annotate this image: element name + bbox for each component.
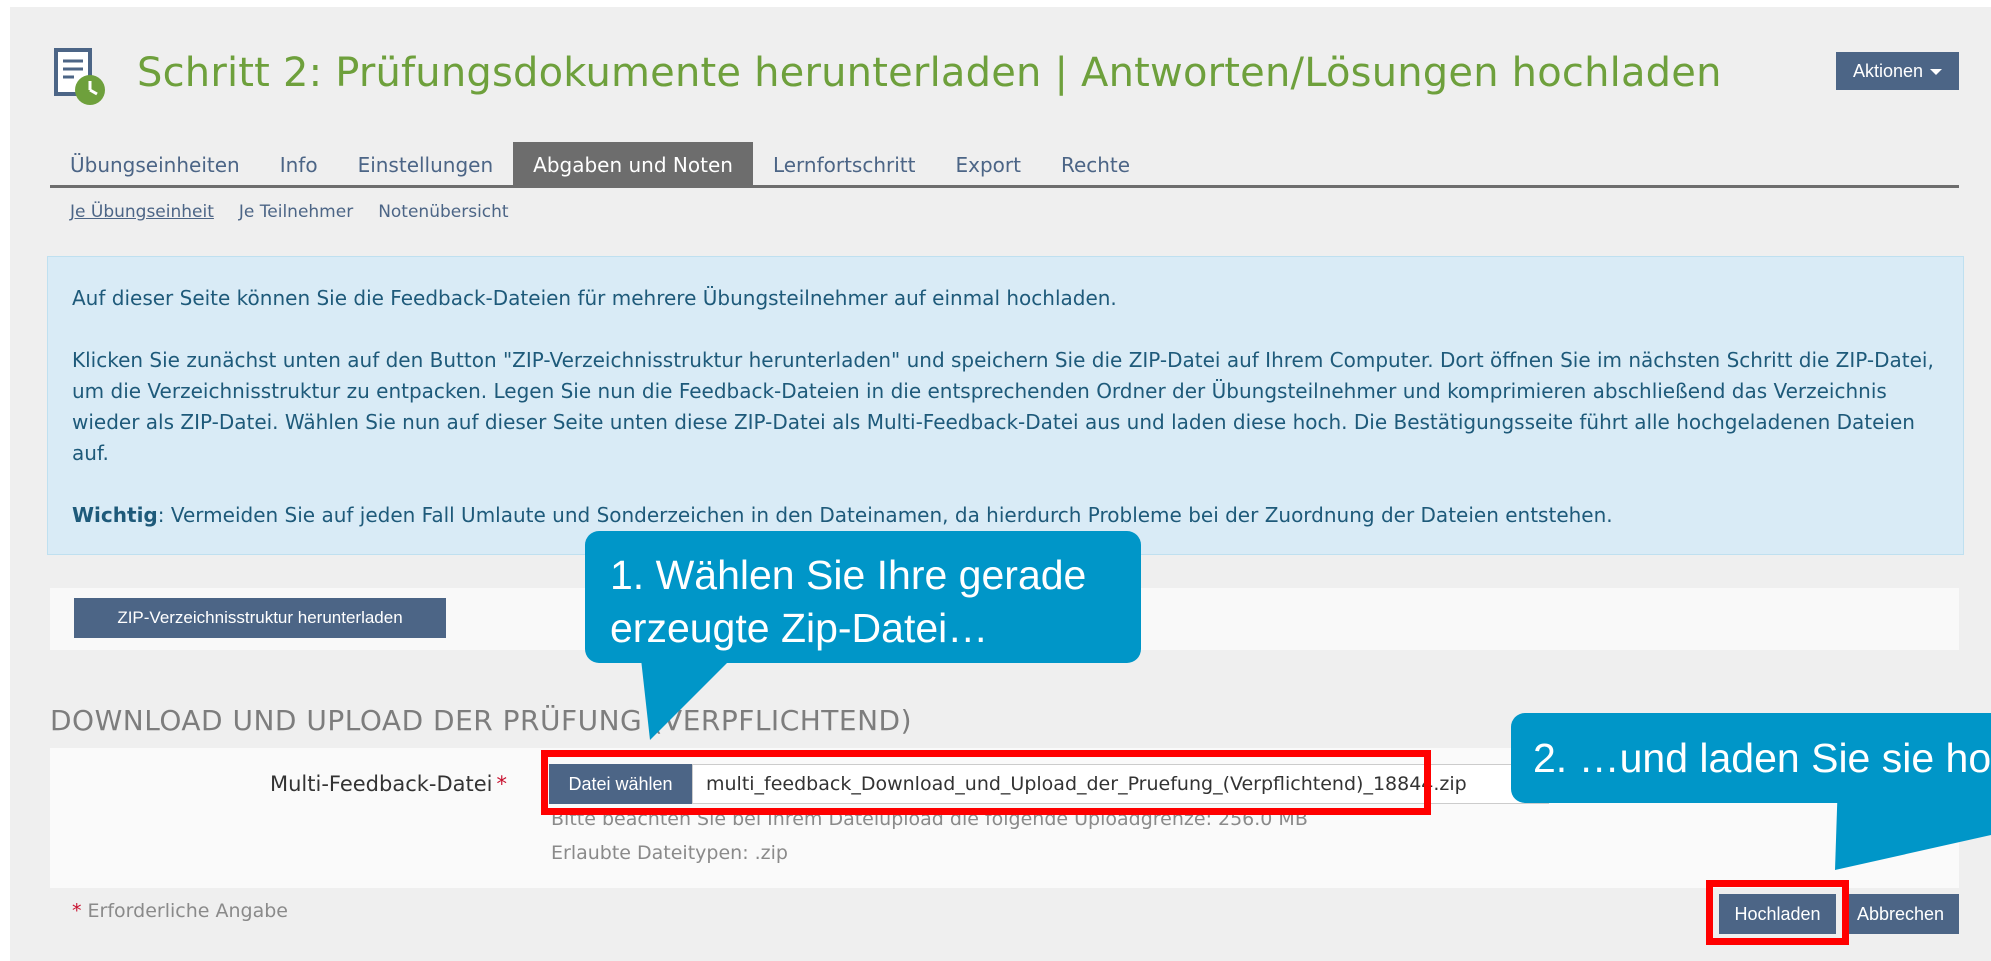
allowed-file-types-hint: Erlaubte Dateitypen: .zip [551, 842, 788, 864]
callout-step2: 2. …und laden Sie sie hoch [1511, 713, 1991, 803]
subtab-notenuebersicht[interactable]: Notenübersicht [378, 202, 508, 222]
required-note-text: Erforderliche Angabe [81, 900, 288, 922]
warning-text: : Vermeiden Sie auf jeden Fall Umlaute u… [157, 503, 1613, 527]
callout-step1: 1. Wählen Sie Ihre gerade erzeugte Zip-D… [585, 531, 1141, 663]
tab-einstellungen[interactable]: Einstellungen [338, 142, 514, 185]
actions-dropdown-button[interactable]: Aktionen [1836, 52, 1959, 90]
tab-info[interactable]: Info [260, 142, 338, 185]
multi-feedback-file-input: Datei wählen multi_feedback_Download_und… [549, 764, 1549, 804]
section-title: DOWNLOAD UND UPLOAD DER PRÜFUNG (VERPFLI… [50, 704, 913, 737]
cancel-button[interactable]: Abbrechen [1842, 894, 1959, 934]
tab-rechte[interactable]: Rechte [1041, 142, 1150, 185]
info-paragraph-warning: Wichtig: Vermeiden Sie auf jeden Fall Um… [72, 500, 1939, 531]
choose-file-button[interactable]: Datei wählen [549, 764, 692, 804]
selected-file-name[interactable]: multi_feedback_Download_und_Upload_der_P… [692, 764, 1549, 804]
info-paragraph-instructions: Klicken Sie zunächst unten auf den Butto… [72, 348, 1934, 465]
tab-uebungseinheiten[interactable]: Übungseinheiten [50, 142, 260, 185]
info-paragraph-intro: Auf dieser Seite können Sie die Feedback… [72, 286, 1117, 310]
zip-structure-download-button[interactable]: ZIP-Verzeichnisstruktur herunterladen [74, 598, 446, 638]
subtab-je-teilnehmer[interactable]: Je Teilnehmer [239, 202, 353, 222]
upload-limit-hint: Bitte beachten Sie bei Ihrem Dateiupload… [551, 808, 1308, 830]
sub-tabs: Je Übungseinheit Je Teilnehmer Notenüber… [70, 202, 509, 222]
exercise-clock-icon [50, 46, 114, 110]
tab-export[interactable]: Export [935, 142, 1040, 185]
actions-label: Aktionen [1852, 60, 1924, 81]
required-note-star: * [72, 900, 82, 922]
main-tabs: Übungseinheiten Info Einstellungen Abgab… [50, 142, 1959, 188]
subtab-je-uebungseinheit[interactable]: Je Übungseinheit [70, 202, 214, 222]
multi-feedback-file-label: Multi-Feedback-Datei * [270, 772, 507, 796]
info-message-box: Auf dieser Seite können Sie die Feedback… [47, 256, 1964, 555]
upload-button[interactable]: Hochladen [1719, 894, 1836, 934]
caret-down-icon [1930, 69, 1943, 75]
warning-label: Wichtig [72, 503, 158, 527]
tab-lernfortschritt[interactable]: Lernfortschritt [753, 142, 936, 185]
required-fields-note: * Erforderliche Angabe [72, 900, 288, 922]
required-star: * [496, 772, 508, 796]
page-title: Schritt 2: Prüfungsdokumente herunterlad… [137, 50, 1722, 96]
field-label-text: Multi-Feedback-Datei [270, 772, 493, 796]
tab-abgaben-und-noten[interactable]: Abgaben und Noten [513, 142, 753, 185]
